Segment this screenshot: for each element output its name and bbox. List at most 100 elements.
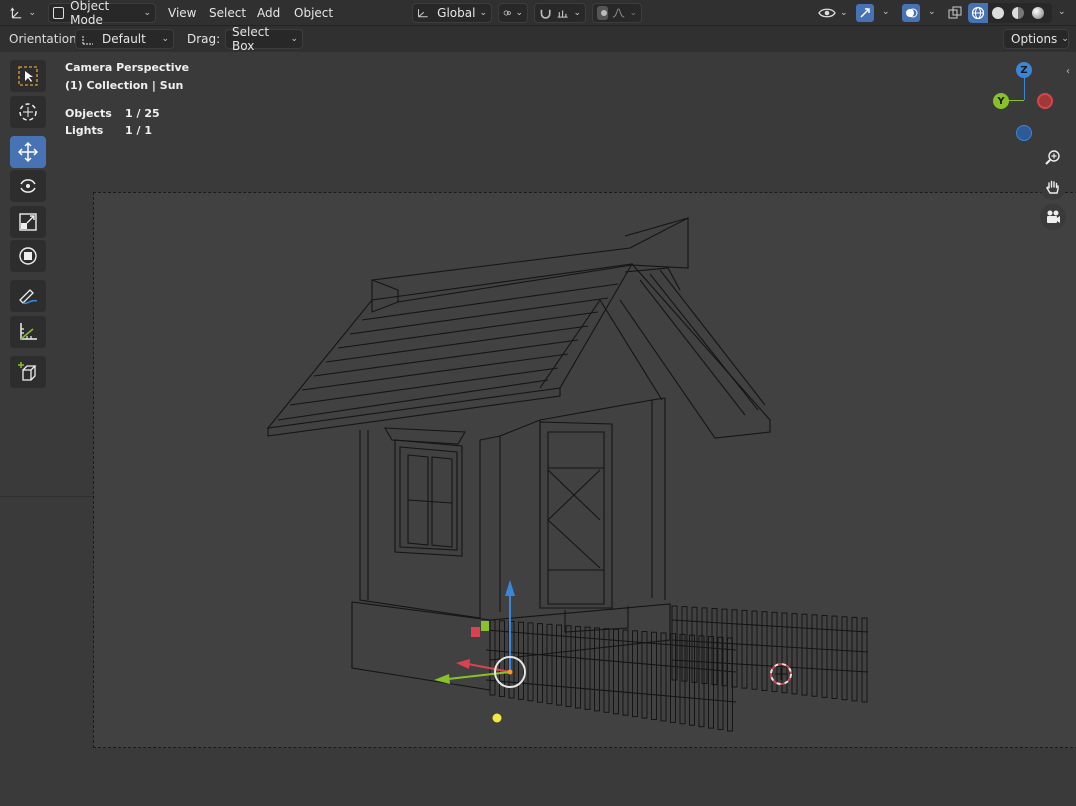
wireframe-shading-button[interactable]	[968, 3, 988, 23]
material-shading-button[interactable]	[1008, 3, 1028, 23]
yz-plane-handle[interactable]	[471, 627, 480, 637]
falloff-curve-icon	[613, 8, 625, 18]
select-box-icon	[18, 66, 38, 86]
drag-select[interactable]: Select Box ⌄	[225, 25, 303, 53]
move-gizmo[interactable]	[0, 52, 1076, 806]
chevron-down-icon: ⌄	[840, 8, 848, 18]
chevron-down-icon: ⌄	[479, 8, 487, 18]
scale-tool[interactable]	[10, 206, 46, 238]
zoom-icon	[1045, 150, 1060, 165]
object-mode-icon	[53, 7, 65, 19]
solid-shading-button[interactable]	[988, 3, 1008, 23]
cursor-tool[interactable]	[10, 96, 46, 128]
magnet-icon	[540, 9, 551, 19]
snap-increment-icon	[557, 10, 568, 18]
chevron-down-icon[interactable]: ⌄	[928, 7, 936, 17]
xz-plane-handle[interactable]	[481, 621, 489, 631]
view-name: Camera Perspective	[65, 61, 190, 74]
chevron-down-icon: ⌄	[573, 8, 581, 18]
xray-icon	[948, 6, 962, 19]
transform-orientation-label: Global	[437, 6, 476, 20]
objects-value: 1 / 25	[125, 107, 160, 120]
tool-settings-bar: Orientation: Default ⌄ Drag: Select Box …	[0, 25, 1076, 53]
rendered-shading-button[interactable]	[1028, 3, 1048, 23]
menu-add[interactable]: Add	[257, 3, 280, 23]
camera-icon	[1047, 210, 1060, 223]
editor-type-button[interactable]: ⌄	[6, 3, 40, 23]
measure-tool[interactable]	[10, 316, 46, 348]
sidebar-toggle-arrow[interactable]: ‹	[1066, 66, 1070, 77]
transform-orientation-select[interactable]: Global ⌄	[412, 3, 492, 23]
orientation-select[interactable]: Default ⌄	[75, 29, 174, 49]
wireframe-shading-icon	[971, 6, 985, 20]
drag-label: Drag:	[187, 32, 221, 46]
orientation-label: Orientation:	[9, 32, 81, 46]
collection-info: (1) Collection | Sun	[65, 79, 184, 92]
objects-label: Objects	[65, 107, 112, 120]
3d-viewport[interactable]: Camera Perspective (1) Collection | Sun …	[0, 52, 1076, 806]
chevron-down-icon: ⌄	[28, 8, 36, 18]
pivot-icon	[503, 10, 511, 16]
overlay-toggle[interactable]	[902, 4, 920, 22]
chevron-down-icon: ⌄	[290, 34, 298, 44]
proportional-editing-icon	[597, 6, 609, 20]
pivot-point-select[interactable]: ⌄	[498, 3, 528, 23]
solid-shading-icon	[992, 7, 1004, 19]
rotate-icon	[20, 179, 36, 193]
nav-z-axis[interactable]: Z	[1016, 62, 1032, 78]
options-label: Options	[1011, 32, 1058, 46]
menu-object[interactable]: Object	[294, 3, 333, 23]
y-axis-arrow[interactable]	[447, 671, 511, 680]
orientation-axes-icon	[82, 35, 93, 45]
x-arrow-head[interactable]	[456, 659, 470, 669]
chevron-down-icon: ⌄	[515, 8, 523, 18]
pan-button[interactable]	[1040, 174, 1066, 200]
chevron-down-icon[interactable]: ⌄	[1058, 7, 1066, 17]
transform-axes-icon	[10, 7, 22, 19]
add-cube-tool[interactable]	[10, 356, 46, 388]
zoom-button[interactable]	[1040, 144, 1066, 170]
z-arrow-head[interactable]	[505, 580, 515, 596]
chevron-down-icon: ⌄	[629, 8, 637, 18]
hand-icon	[1046, 180, 1059, 194]
shading-mode-group	[968, 3, 1052, 23]
move-icon	[17, 141, 39, 163]
nav-x-axis-negative[interactable]	[1037, 93, 1053, 109]
nav-y-axis[interactable]: Y	[993, 93, 1009, 109]
transform-tool[interactable]	[10, 240, 46, 272]
measure-icon	[20, 323, 37, 340]
y-arrow-head[interactable]	[434, 674, 450, 684]
cursor-icon	[19, 103, 37, 121]
xray-toggle[interactable]	[946, 4, 964, 22]
chevron-down-icon: ⌄	[143, 8, 151, 18]
lights-value: 1 / 1	[125, 124, 152, 137]
sun-light-icon[interactable]	[492, 713, 502, 723]
select-box-tool[interactable]	[10, 60, 46, 92]
mode-select[interactable]: Object Mode ⌄	[48, 0, 156, 27]
camera-view-button[interactable]	[1040, 204, 1066, 230]
chevron-down-icon[interactable]: ⌄	[882, 7, 890, 17]
x-axis-arrow[interactable]	[467, 663, 511, 673]
scale-icon	[19, 213, 37, 231]
lights-label: Lights	[65, 124, 104, 137]
rotate-tool[interactable]	[10, 170, 46, 202]
options-button[interactable]: Options ⌄	[1003, 29, 1069, 49]
menu-view[interactable]: View	[168, 3, 196, 23]
proportional-editing-group[interactable]: ⌄	[592, 3, 642, 23]
visibility-select[interactable]: ⌄	[818, 3, 848, 23]
menu-select[interactable]: Select	[209, 3, 246, 23]
snapping-group[interactable]: ⌄	[534, 3, 586, 23]
nav-z-axis-negative[interactable]	[1016, 125, 1032, 141]
eye-visibility-icon	[818, 8, 836, 18]
3d-cursor-icon[interactable]	[770, 663, 792, 685]
drag-value: Select Box	[232, 25, 270, 53]
material-shading-icon	[1012, 7, 1024, 19]
object-origin-dot	[507, 669, 513, 675]
transform-icon	[19, 247, 37, 265]
annotate-icon	[19, 289, 38, 305]
annotate-tool[interactable]	[10, 280, 46, 312]
gizmo-toggle[interactable]	[856, 4, 874, 22]
add-cube-icon	[18, 362, 37, 381]
gizmo-icon	[860, 8, 870, 18]
move-tool[interactable]	[10, 136, 46, 168]
